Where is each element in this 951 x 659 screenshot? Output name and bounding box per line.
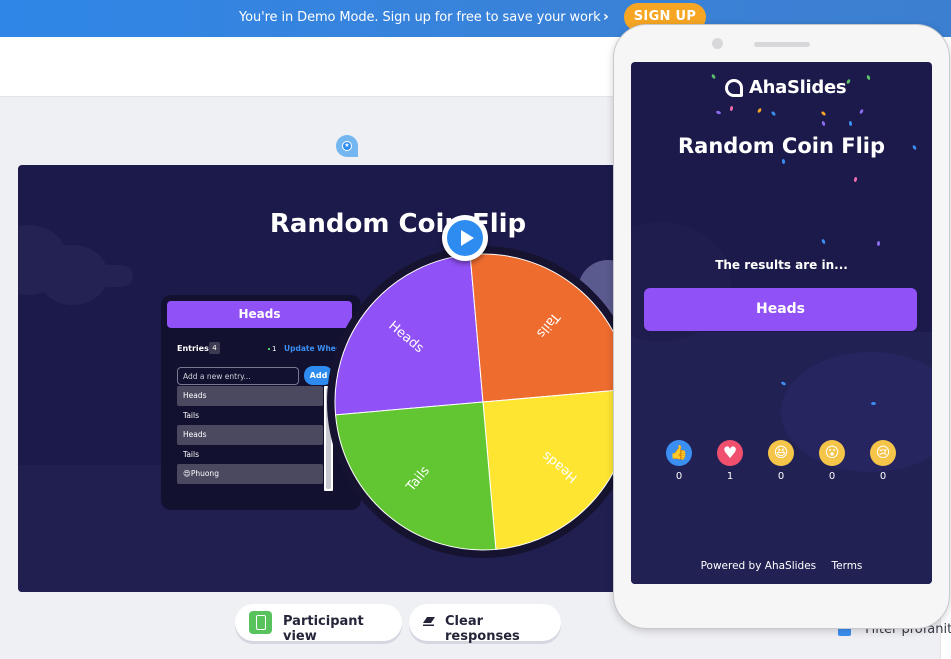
powered-by-link[interactable]: Powered by AhaSlides (701, 560, 817, 572)
results-label: The results are in... (715, 258, 848, 272)
result-bar: Heads (167, 301, 352, 328)
slide-title: Random Coin Flip (269, 209, 527, 239)
new-entries-count: 1 (268, 345, 276, 353)
scrollbar-thumb[interactable] (326, 388, 331, 489)
clear-responses-label: Clear responses (445, 614, 520, 644)
confetti-piece (756, 107, 763, 114)
list-item[interactable]: Tails (177, 406, 323, 426)
mobile-phone-icon (249, 611, 272, 634)
phone-screen: AhaSlides Random Coin Flip The results a… (631, 62, 932, 584)
reaction-count: 0 (879, 471, 887, 482)
confetti-piece (858, 108, 865, 115)
confetti-piece (866, 74, 871, 81)
thumbs-up-icon: 👍 (666, 440, 692, 466)
slide-preview: Random Coin Flip Heads Entries 4 1 Updat… (18, 165, 638, 592)
confetti-piece (770, 110, 777, 117)
play-icon (447, 220, 483, 256)
entries-count-badge: 4 (209, 342, 220, 354)
confetti-piece (853, 176, 858, 183)
reaction-heart[interactable]: ♥ 1 (715, 440, 745, 482)
cloud-decoration (18, 265, 133, 287)
list-item[interactable]: Heads (177, 425, 323, 445)
star-pin-icon: ★ (342, 141, 352, 151)
reaction-sad[interactable]: 😢 0 (868, 440, 898, 482)
heart-icon: ♥ (717, 440, 743, 466)
confetti-piece (715, 110, 722, 115)
ahaslides-logo-text: AhaSlides (749, 77, 847, 98)
confetti-piece (876, 240, 881, 247)
entry-list-scrollbar[interactable] (324, 386, 333, 491)
participant-view-label: Participant view (283, 614, 364, 644)
participant-phone-preview: AhaSlides Random Coin Flip The results a… (613, 24, 950, 629)
list-item[interactable]: Tails (177, 445, 323, 465)
reaction-surprised[interactable]: 😮 0 (817, 440, 847, 482)
reaction-count: 0 (828, 471, 836, 482)
entries-label: Entries (177, 344, 209, 353)
confetti-piece (710, 73, 717, 80)
sad-icon: 😢 (870, 440, 896, 466)
terms-link[interactable]: Terms (831, 560, 862, 572)
phone-footer: Powered by AhaSlides Terms (631, 560, 932, 572)
clear-responses-button[interactable]: Clear responses (409, 604, 561, 644)
phone-camera (712, 38, 723, 49)
confetti-piece (845, 78, 852, 85)
update-wheel-link[interactable]: Update Wheel (284, 344, 344, 353)
laughing-icon: 😆 (768, 440, 794, 466)
confetti-piece (871, 402, 876, 405)
phone-slide-title: Random Coin Flip (677, 134, 886, 158)
list-item[interactable]: 😍Phuong (177, 464, 323, 484)
reaction-laughing[interactable]: 😆 0 (766, 440, 796, 482)
spin-button[interactable] (442, 215, 488, 261)
confetti-piece (781, 158, 786, 165)
eraser-icon (423, 617, 435, 626)
confetti-piece (729, 105, 734, 112)
entry-list: Heads Tails Heads Tails 😍Phuong (177, 386, 323, 484)
confetti-piece (820, 110, 827, 117)
reaction-count: 0 (777, 471, 785, 482)
surprised-icon: 😮 (819, 440, 845, 466)
confetti-piece (821, 120, 826, 127)
phone-speaker (754, 42, 810, 47)
result-card: Heads (644, 288, 917, 331)
entries-panel: Heads Entries 4 1 Update Wheel Add Heads… (161, 295, 361, 510)
reaction-count: 0 (675, 471, 683, 482)
participant-view-button[interactable]: Participant view (235, 604, 402, 644)
ahaslides-logo-icon (725, 79, 743, 97)
demo-mode-message[interactable]: You're in Demo Mode. Sign up for free to… (239, 10, 601, 25)
new-entry-input[interactable] (177, 367, 299, 385)
reaction-count: 1 (726, 471, 734, 482)
add-entry-button[interactable]: Add (304, 366, 333, 385)
list-item[interactable]: Heads (177, 386, 323, 406)
chevron-right-icon[interactable]: › (603, 9, 609, 25)
confetti-piece (821, 238, 826, 245)
reaction-thumbs-up[interactable]: 👍 0 (664, 440, 694, 482)
confetti-piece (848, 120, 853, 127)
